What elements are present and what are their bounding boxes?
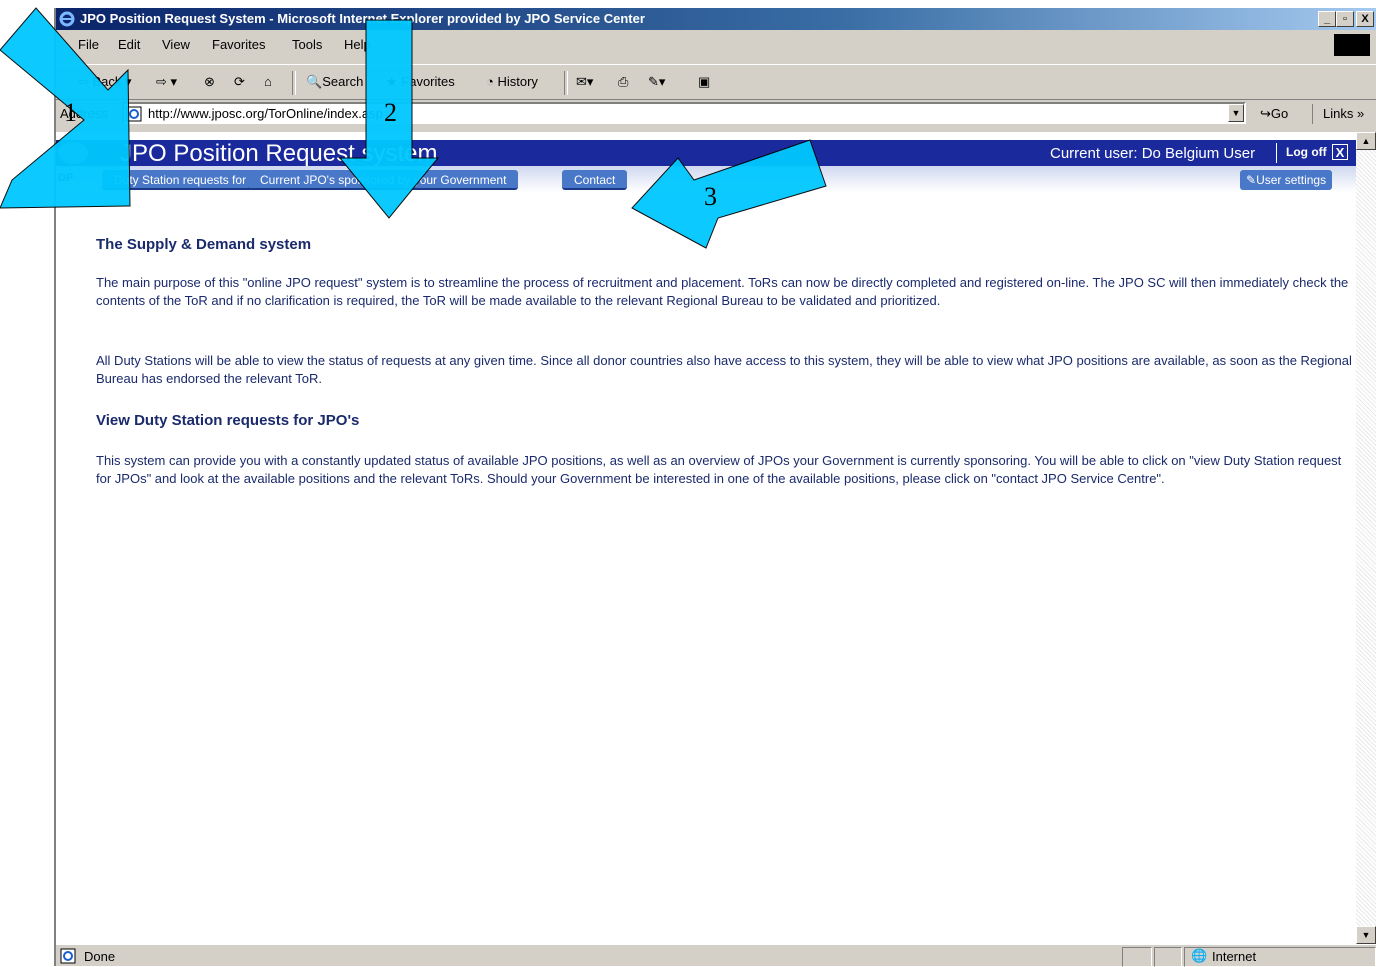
scroll-down-icon[interactable]: ▼ — [1356, 926, 1376, 944]
home-button[interactable]: ⌂ — [264, 74, 272, 89]
close-box-icon[interactable]: X — [1332, 144, 1348, 160]
app-title: JPO Position Request system — [120, 140, 438, 167]
go-label: Go — [1270, 106, 1289, 121]
address-dropdown-icon[interactable]: ▼ — [1228, 104, 1244, 122]
paragraph-purpose: The main purpose of this "online JPO req… — [96, 275, 1349, 308]
minimize-button[interactable]: _ — [1318, 11, 1336, 27]
favorites-button[interactable]: ★ Favorites — [386, 74, 455, 90]
back-arrow-icon: ⇦ — [78, 74, 93, 89]
forward-button[interactable]: ⇨ ▾ — [156, 74, 177, 90]
maximize-button[interactable]: ▫ — [1336, 11, 1354, 27]
discuss-button[interactable]: ▣ — [698, 74, 710, 90]
logoff-link[interactable]: Log off — [1286, 145, 1327, 159]
history-icon: ◔ — [486, 74, 498, 89]
stop-button[interactable]: ⊗ — [204, 74, 215, 90]
menu-favorites[interactable]: Favorites — [212, 37, 265, 52]
home-icon: ⌂ — [264, 74, 272, 89]
status-cell — [1122, 947, 1152, 967]
menu-file[interactable]: File — [78, 37, 99, 52]
user-settings-button[interactable]: ✎User settings — [1240, 170, 1333, 190]
edit-button[interactable]: ✎▾ — [648, 74, 665, 90]
globe-icon: 🌐 — [1191, 948, 1208, 963]
user-settings-label: User settings — [1256, 173, 1327, 187]
window-title: JPO Position Request System - Microsoft … — [80, 11, 645, 26]
edit-icon: ✎▾ — [648, 74, 666, 89]
status-cell — [1154, 947, 1182, 967]
vertical-scrollbar[interactable]: ▲ ▼ — [1356, 132, 1376, 944]
annotation-label-3: 3 — [704, 182, 717, 211]
wrench-icon: ✎ — [1246, 173, 1257, 187]
internet-explorer-icon — [59, 11, 75, 27]
windows-logo-icon — [1334, 34, 1370, 56]
menu-help[interactable]: Help — [344, 37, 371, 52]
status-bar: Done 🌐 Internet — [56, 944, 1376, 967]
links-button[interactable]: Links » — [1312, 104, 1364, 124]
app-logo-icon — [58, 142, 88, 164]
toolbar-separator — [564, 71, 568, 95]
browser-window: JPO Position Request System - Microsoft … — [54, 8, 1376, 967]
go-arrow-icon: ↪ — [1260, 106, 1271, 121]
address-bar: Address http://www.jposc.org/TorOnline/i… — [56, 100, 1376, 128]
tab-contact[interactable]: Contact — [562, 170, 628, 190]
header-divider — [1276, 143, 1277, 163]
back-button[interactable]: ⇦ Back ▾ — [78, 74, 132, 90]
address-input[interactable]: http://www.jposc.org/TorOnline/index.asp… — [122, 102, 1246, 124]
section-heading-view-requests: View Duty Station requests for JPO's — [96, 412, 360, 429]
go-button[interactable]: ↪Go — [1260, 106, 1288, 122]
paragraph-duty-stations: All Duty Stations will be able to view t… — [96, 353, 1352, 386]
print-icon: ⎙ — [618, 74, 629, 89]
refresh-button[interactable]: ⟳ — [234, 74, 245, 90]
back-label: Back — [92, 74, 122, 89]
close-button[interactable]: X — [1356, 11, 1374, 27]
search-label: Search — [322, 74, 364, 89]
paragraph-system-info: This system can provide you with a const… — [96, 453, 1342, 486]
history-label: History — [497, 74, 538, 89]
mail-button[interactable]: ✉▾ — [576, 74, 593, 90]
toolbar-separator — [292, 71, 296, 95]
history-button[interactable]: ◔ History — [486, 74, 538, 89]
links-label: Links — [1323, 106, 1354, 121]
address-url: http://www.jposc.org/TorOnline/index.asp — [148, 106, 383, 121]
toolbar: ⇦ Back ▾ ⇨ ▾ ⊗ ⟳ ⌂ 🔍Search ★ Favorites ◔… — [56, 64, 1376, 100]
menu-edit[interactable]: Edit — [118, 37, 140, 52]
section-heading-supply-demand: The Supply & Demand system — [96, 236, 312, 253]
stop-icon: ⊗ — [204, 74, 215, 89]
scroll-up-icon[interactable]: ▲ — [1356, 132, 1376, 150]
forward-arrow-icon: ⇨ ▾ — [156, 74, 178, 89]
page-viewport: JPO Position Request system Current user… — [56, 132, 1356, 944]
app-header: JPO Position Request system Current user… — [56, 140, 1356, 167]
mail-icon: ✉▾ — [576, 74, 594, 89]
favorites-label: Favorites — [401, 74, 455, 89]
title-bar: JPO Position Request System - Microsoft … — [56, 8, 1376, 30]
discuss-icon: ▣ — [698, 74, 711, 89]
menu-tools[interactable]: Tools — [292, 37, 322, 52]
annotation-label-1: 1 — [64, 98, 77, 127]
tab-current-jpos[interactable]: Current JPO's sponsored by your Governme… — [248, 170, 519, 190]
menu-view[interactable]: View — [162, 37, 190, 52]
menu-bar: File Edit View Favorites Tools Help — [56, 32, 1376, 58]
dp-logo: DP — [58, 172, 74, 184]
search-button[interactable]: 🔍Search — [306, 74, 363, 90]
favorites-icon: ★ — [386, 74, 402, 89]
current-user: Current user: Do Belgium User — [1050, 145, 1256, 162]
status-text: Done — [84, 949, 116, 964]
security-zone: Internet — [1212, 949, 1257, 964]
print-button[interactable]: ⎙ — [618, 74, 628, 90]
annotation-label-2: 2 — [384, 98, 397, 127]
search-icon: 🔍 — [306, 74, 323, 89]
page-done-icon — [60, 948, 76, 964]
refresh-icon: ⟳ — [234, 74, 245, 89]
page-icon — [126, 106, 142, 122]
